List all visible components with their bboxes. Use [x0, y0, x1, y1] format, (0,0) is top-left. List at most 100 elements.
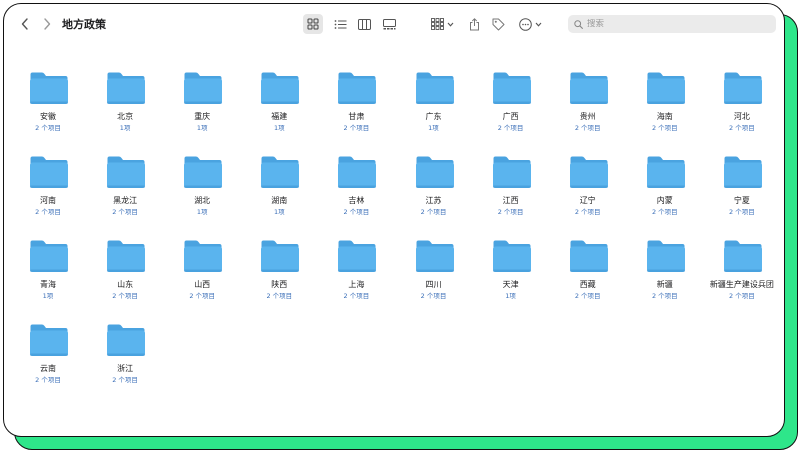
folder-item-count: 1项 — [505, 292, 516, 300]
tag-button[interactable] — [488, 14, 508, 34]
group-by-button[interactable] — [427, 14, 457, 34]
chevron-down-icon — [447, 22, 453, 27]
folder-item-count: 1项 — [196, 124, 208, 132]
folder-item[interactable]: 四川 2 个项目 — [396, 239, 472, 317]
folder-item[interactable]: 北京 1项 — [87, 71, 163, 149]
folder-item-count: 2 个项目 — [343, 208, 370, 216]
folder-name: 四川 — [425, 280, 442, 289]
folder-item[interactable]: 河北 2 个项目 — [704, 71, 780, 149]
folder-item[interactable]: 吉林 2 个项目 — [318, 155, 394, 233]
folder-item-count: 2 个项目 — [651, 208, 678, 216]
folder-item-count: 2 个项目 — [729, 124, 755, 132]
folder-icon — [569, 72, 608, 104]
gallery-view-button[interactable] — [379, 14, 399, 34]
folder-name: 内蒙 — [656, 196, 673, 205]
folder-item[interactable]: 内蒙 2 个项目 — [627, 155, 703, 233]
folder-name: 山西 — [194, 280, 211, 289]
folder-item[interactable]: 湖北 1项 — [164, 155, 240, 233]
folder-item[interactable]: 安徽 2 个项目 — [10, 71, 86, 149]
folder-name: 黑龙江 — [113, 196, 138, 205]
folder-name: 重庆 — [194, 112, 211, 121]
folder-name: 河北 — [733, 112, 750, 121]
folder-item[interactable]: 山东 2 个项目 — [87, 239, 163, 317]
folder-item[interactable]: 青海 1项 — [10, 239, 86, 317]
folder-item[interactable]: 甘肃 2 个项目 — [318, 71, 394, 149]
folder-icon — [569, 240, 608, 272]
share-button[interactable] — [464, 14, 484, 34]
folder-item[interactable]: 陕西 2 个项目 — [241, 239, 317, 317]
folder-item[interactable]: 贵州 2 个项目 — [550, 71, 626, 149]
search-field[interactable] — [568, 15, 776, 33]
folder-item[interactable]: 上海 2 个项目 — [318, 239, 394, 317]
folder-item-count: 2 个项目 — [497, 124, 524, 132]
folder-item[interactable]: 浙江 2 个项目 — [87, 323, 163, 401]
folder-item-count: 2 个项目 — [112, 208, 138, 216]
folder-item[interactable]: 海南 2 个项目 — [627, 71, 703, 149]
folder-icon — [107, 72, 146, 104]
folder-name: 吉林 — [348, 196, 365, 205]
folder-icon — [415, 240, 454, 272]
folder-item[interactable]: 新疆生产建设兵团 2 个项目 — [704, 239, 780, 317]
folder-icon — [569, 156, 608, 188]
folder-icon — [492, 72, 531, 104]
folder-icon — [338, 72, 377, 104]
folder-name: 新疆生产建设兵团 — [709, 280, 774, 289]
folder-item[interactable]: 江西 2 个项目 — [473, 155, 549, 233]
folder-icon — [30, 324, 68, 356]
toolbar: 地方政策 — [4, 4, 784, 44]
folder-item[interactable]: 黑龙江 2 个项目 — [87, 155, 163, 233]
list-icon — [334, 19, 346, 29]
folder-icon — [184, 156, 223, 188]
folder-icon — [261, 240, 300, 272]
folder-item-count: 1项 — [196, 208, 208, 216]
icon-view-button[interactable] — [303, 14, 323, 34]
folder-item-count: 2 个项目 — [420, 208, 447, 216]
folder-item[interactable]: 新疆 2 个项目 — [627, 239, 703, 317]
gallery-icon — [382, 18, 396, 29]
folder-item[interactable]: 江苏 2 个项目 — [396, 155, 472, 233]
folder-icon — [646, 156, 685, 188]
folder-icon — [107, 240, 146, 272]
folder-icon — [492, 240, 531, 272]
folder-item-count: 2 个项目 — [729, 208, 755, 216]
folder-item[interactable]: 云南 2 个项目 — [10, 323, 86, 401]
folder-item[interactable]: 山西 2 个项目 — [164, 239, 240, 317]
folder-item-count: 2 个项目 — [574, 292, 601, 300]
back-button[interactable] — [16, 14, 34, 34]
folder-name: 贵州 — [579, 112, 596, 121]
folder-item[interactable]: 广东 1项 — [396, 71, 472, 149]
column-view-button[interactable] — [354, 14, 374, 34]
folder-name: 宁夏 — [733, 196, 750, 205]
folder-name: 广西 — [502, 112, 519, 121]
folder-icon — [107, 324, 146, 356]
folder-name: 河南 — [40, 196, 56, 205]
folder-item[interactable]: 湖南 1项 — [241, 155, 317, 233]
folder-icon — [184, 240, 223, 272]
folder-item[interactable]: 西藏 2 个项目 — [550, 239, 626, 317]
folder-icon — [415, 156, 454, 188]
folder-item-count: 1项 — [273, 124, 285, 132]
search-icon — [574, 19, 583, 29]
folder-name: 山东 — [117, 280, 134, 289]
folder-name: 安徽 — [40, 112, 56, 121]
folder-icon — [646, 72, 685, 104]
folder-name: 福建 — [271, 112, 288, 121]
folder-name: 广东 — [425, 112, 442, 121]
tag-icon — [492, 18, 504, 30]
folder-icon — [184, 72, 223, 104]
folder-icon — [338, 240, 377, 272]
folder-item-count: 2 个项目 — [112, 376, 138, 384]
folder-item-count: 2 个项目 — [651, 124, 678, 132]
folder-item[interactable]: 广西 2 个项目 — [473, 71, 549, 149]
more-actions-button[interactable] — [516, 14, 544, 34]
search-input[interactable] — [587, 19, 767, 29]
folder-item[interactable]: 辽宁 2 个项目 — [550, 155, 626, 233]
folder-item[interactable]: 天津 1项 — [473, 239, 549, 317]
folder-item[interactable]: 福建 1项 — [241, 71, 317, 149]
folder-item[interactable]: 重庆 1项 — [164, 71, 240, 149]
folder-item[interactable]: 河南 2 个项目 — [10, 155, 86, 233]
list-view-button[interactable] — [330, 14, 350, 34]
folder-name: 陕西 — [271, 280, 288, 289]
folder-item[interactable]: 宁夏 2 个项目 — [704, 155, 780, 233]
forward-button[interactable] — [38, 14, 56, 34]
